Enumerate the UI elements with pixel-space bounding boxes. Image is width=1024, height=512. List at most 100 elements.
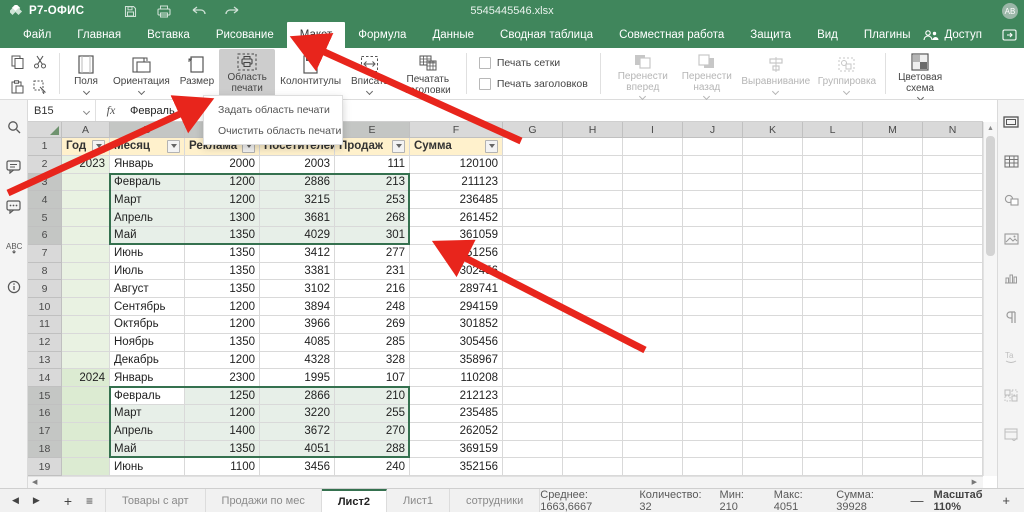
cell-F19[interactable]: 352156 bbox=[410, 458, 503, 476]
empty-cell[interactable] bbox=[683, 227, 743, 245]
cell-B17[interactable]: Апрель bbox=[110, 423, 185, 441]
vertical-scrollbar[interactable]: ▲ bbox=[983, 122, 997, 476]
empty-cell[interactable] bbox=[683, 138, 743, 156]
cell-B2[interactable]: Январь bbox=[110, 156, 185, 174]
menu-tab-плагины[interactable]: Плагины bbox=[851, 22, 924, 48]
empty-cell[interactable] bbox=[503, 405, 563, 423]
chart-settings-icon[interactable] bbox=[1004, 270, 1018, 286]
cell-D18[interactable]: 4051 bbox=[260, 441, 335, 459]
cell-A2[interactable]: 2023 bbox=[62, 156, 110, 174]
empty-cell[interactable] bbox=[563, 458, 623, 476]
empty-cell[interactable] bbox=[743, 298, 803, 316]
empty-cell[interactable] bbox=[503, 156, 563, 174]
cell-D9[interactable]: 3102 bbox=[260, 280, 335, 298]
empty-cell[interactable] bbox=[803, 209, 863, 227]
empty-cell[interactable] bbox=[863, 263, 923, 281]
row-header-7[interactable]: 7 bbox=[28, 245, 62, 263]
empty-cell[interactable] bbox=[503, 387, 563, 405]
empty-cell[interactable] bbox=[683, 191, 743, 209]
cell-F18[interactable]: 369159 bbox=[410, 441, 503, 459]
row-header-13[interactable]: 13 bbox=[28, 352, 62, 370]
empty-cell[interactable] bbox=[623, 191, 683, 209]
align-button[interactable]: Выравнивание bbox=[739, 49, 813, 98]
cell-C2[interactable]: 2000 bbox=[185, 156, 260, 174]
empty-cell[interactable] bbox=[863, 441, 923, 459]
empty-cell[interactable] bbox=[863, 423, 923, 441]
cell-D19[interactable]: 3456 bbox=[260, 458, 335, 476]
cell-C13[interactable]: 1200 bbox=[185, 352, 260, 370]
empty-cell[interactable] bbox=[803, 458, 863, 476]
empty-cell[interactable] bbox=[623, 156, 683, 174]
empty-cell[interactable] bbox=[743, 263, 803, 281]
paste-icon[interactable] bbox=[6, 75, 28, 99]
empty-cell[interactable] bbox=[683, 369, 743, 387]
redo-icon[interactable] bbox=[224, 4, 240, 18]
empty-cell[interactable] bbox=[683, 298, 743, 316]
zoom-in-button[interactable]: + bbox=[1002, 493, 1010, 508]
cell-F9[interactable]: 289741 bbox=[410, 280, 503, 298]
cell-E4[interactable]: 253 bbox=[335, 191, 410, 209]
cell-F7[interactable]: 351256 bbox=[410, 245, 503, 263]
empty-cell[interactable] bbox=[503, 280, 563, 298]
row-header-5[interactable]: 5 bbox=[28, 209, 62, 227]
empty-cell[interactable] bbox=[923, 369, 983, 387]
sheet-tab-сотрудники[interactable]: сотрудники bbox=[450, 489, 540, 512]
empty-cell[interactable] bbox=[623, 298, 683, 316]
print-headings-checkbox[interactable]: Печать заголовков bbox=[479, 78, 588, 90]
empty-cell[interactable] bbox=[863, 316, 923, 334]
add-sheet-icon[interactable]: + bbox=[64, 493, 72, 509]
cell-B16[interactable]: Март bbox=[110, 405, 185, 423]
cell-C19[interactable]: 1100 bbox=[185, 458, 260, 476]
cell-C14[interactable]: 2300 bbox=[185, 369, 260, 387]
filter-icon[interactable] bbox=[485, 140, 498, 153]
cell-A4[interactable] bbox=[62, 191, 110, 209]
empty-cell[interactable] bbox=[863, 458, 923, 476]
cell-C15[interactable]: 1250 bbox=[185, 387, 260, 405]
open-location-button[interactable] bbox=[1002, 29, 1017, 41]
cell-B7[interactable]: Июнь bbox=[110, 245, 185, 263]
cell-A7[interactable] bbox=[62, 245, 110, 263]
column-header-F[interactable]: F bbox=[410, 122, 503, 138]
empty-cell[interactable] bbox=[503, 191, 563, 209]
empty-cell[interactable] bbox=[503, 423, 563, 441]
cell-B8[interactable]: Июль bbox=[110, 263, 185, 281]
text-art-icon[interactable]: Ta bbox=[1004, 348, 1018, 364]
empty-cell[interactable] bbox=[803, 156, 863, 174]
empty-cell[interactable] bbox=[803, 405, 863, 423]
cell-B10[interactable]: Сентябрь bbox=[110, 298, 185, 316]
pivot-table-icon[interactable] bbox=[1004, 387, 1018, 403]
cell-F8[interactable]: 302456 bbox=[410, 263, 503, 281]
cell-E3[interactable]: 213 bbox=[335, 174, 410, 192]
empty-cell[interactable] bbox=[623, 227, 683, 245]
row-header-8[interactable]: 8 bbox=[28, 263, 62, 281]
empty-cell[interactable] bbox=[803, 298, 863, 316]
column-header-H[interactable]: H bbox=[563, 122, 623, 138]
cell-name-box[interactable]: B15 bbox=[28, 100, 96, 121]
empty-cell[interactable] bbox=[623, 405, 683, 423]
cell-E17[interactable]: 270 bbox=[335, 423, 410, 441]
row-header-15[interactable]: 15 bbox=[28, 387, 62, 405]
cell-A10[interactable] bbox=[62, 298, 110, 316]
vertical-scroll-thumb[interactable] bbox=[986, 136, 995, 256]
empty-cell[interactable] bbox=[923, 441, 983, 459]
cell-A5[interactable] bbox=[62, 209, 110, 227]
cell-E8[interactable]: 231 bbox=[335, 263, 410, 281]
cell-A14[interactable]: 2024 bbox=[62, 369, 110, 387]
print-icon[interactable] bbox=[156, 4, 172, 18]
empty-cell[interactable] bbox=[683, 245, 743, 263]
margins-button[interactable]: Поля bbox=[64, 49, 108, 98]
cell-C4[interactable]: 1200 bbox=[185, 191, 260, 209]
empty-cell[interactable] bbox=[923, 263, 983, 281]
empty-cell[interactable] bbox=[743, 280, 803, 298]
row-header-2[interactable]: 2 bbox=[28, 156, 62, 174]
empty-cell[interactable] bbox=[863, 245, 923, 263]
image-settings-icon[interactable] bbox=[1004, 231, 1019, 247]
cell-B9[interactable]: Август bbox=[110, 280, 185, 298]
cell-F2[interactable]: 120100 bbox=[410, 156, 503, 174]
column-header-B[interactable]: B bbox=[110, 122, 185, 138]
empty-cell[interactable] bbox=[503, 138, 563, 156]
sheet-tab-продажи-по-мес[interactable]: Продажи по мес bbox=[206, 489, 322, 512]
cell-B14[interactable]: Январь bbox=[110, 369, 185, 387]
empty-cell[interactable] bbox=[563, 352, 623, 370]
cell-B4[interactable]: Март bbox=[110, 191, 185, 209]
